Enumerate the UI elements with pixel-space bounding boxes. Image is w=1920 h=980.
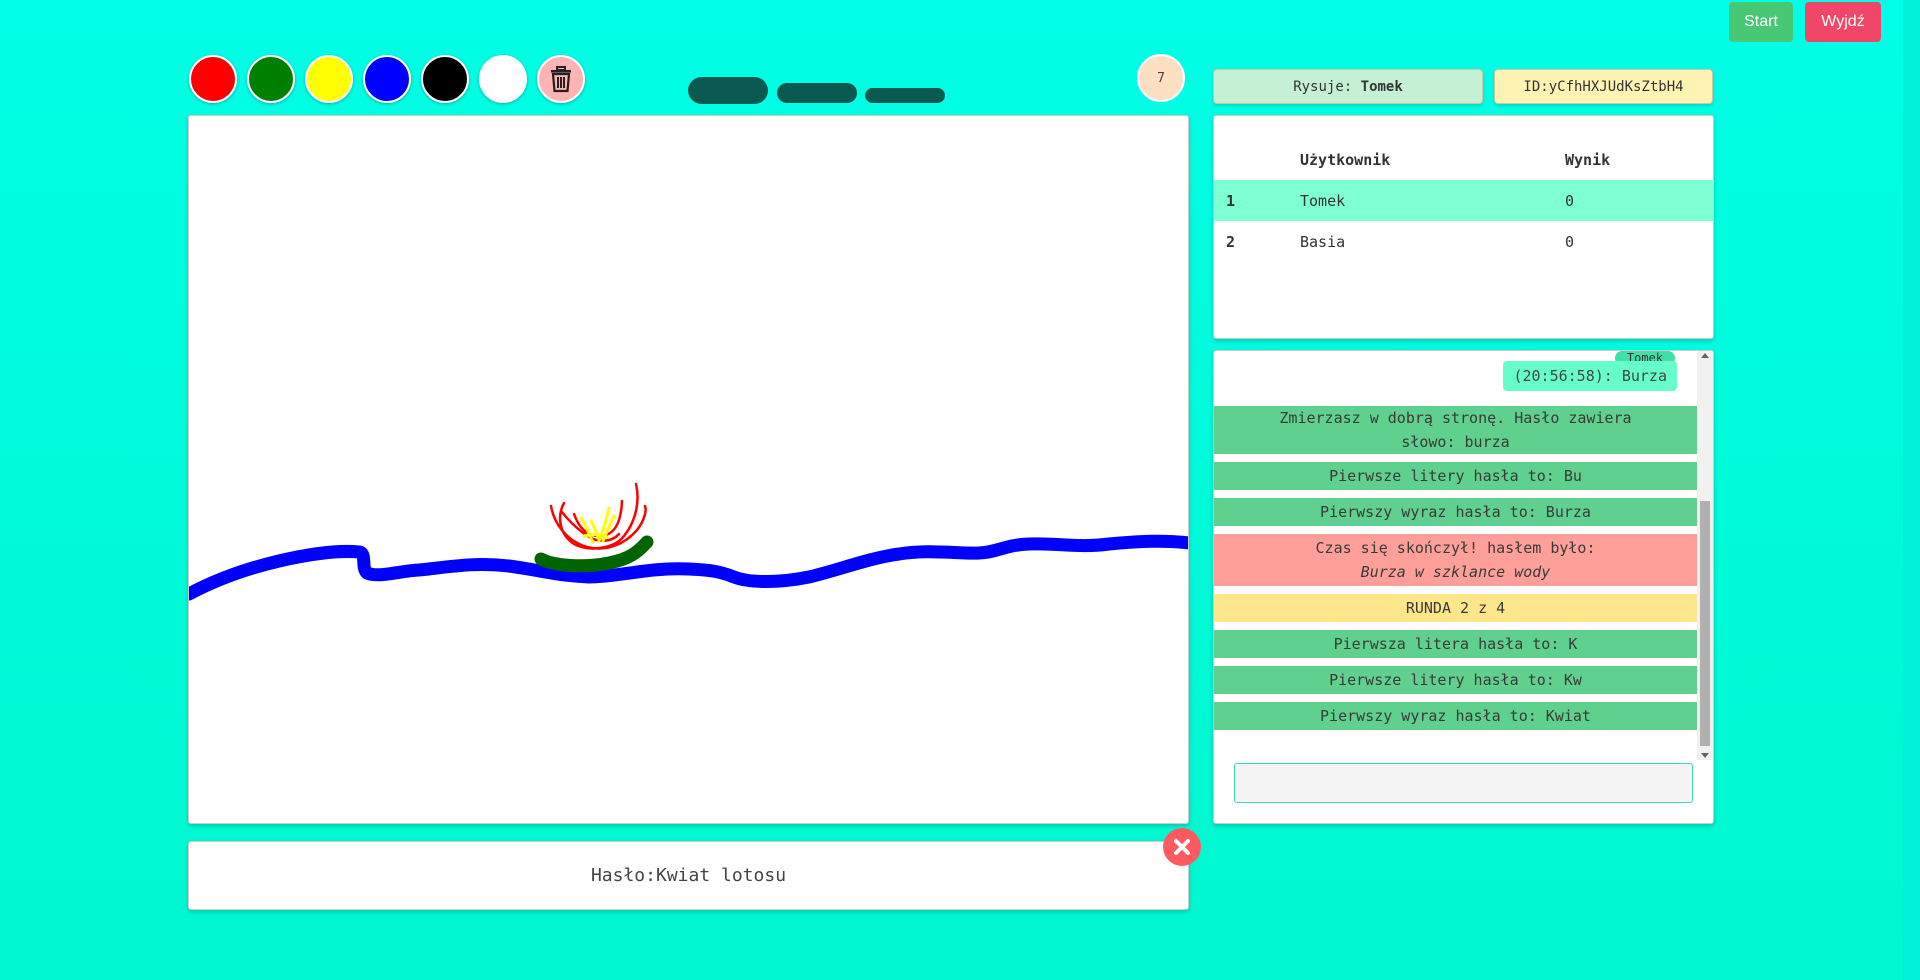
- chat-messages[interactable]: Tomek (20:56:58): Burza Zmierzasz w dobr…: [1214, 351, 1697, 755]
- chat-scrollbar[interactable]: [1697, 351, 1713, 760]
- trash-icon: [551, 66, 571, 93]
- password-label: Hasło:: [590, 865, 656, 886]
- green-stroke: [534, 535, 654, 573]
- brush-size-large[interactable]: [688, 77, 768, 104]
- system-message: Pierwsza litera hasła to: K: [1214, 630, 1697, 658]
- room-id-box: ID:yCfhHXJUdKsZtbH4: [1494, 69, 1713, 104]
- exit-button[interactable]: Wyjdź: [1805, 2, 1881, 42]
- user-message: Tomek (20:56:58): Burza: [1214, 351, 1697, 406]
- round-message: RUNDA 2 z 4: [1214, 594, 1697, 622]
- color-swatch-white[interactable]: [479, 55, 527, 103]
- blue-stroke: [189, 534, 1188, 601]
- scoreboard-row: 2 Basia 0: [1214, 221, 1713, 262]
- system-message: Pierwsze litery hasła to: Kw: [1214, 666, 1697, 694]
- color-swatch-blue[interactable]: [363, 55, 411, 103]
- page-scrollbar[interactable]: [1903, 0, 1920, 980]
- rank-cell: 1: [1226, 191, 1236, 210]
- clear-canvas-button[interactable]: [537, 55, 585, 103]
- room-id: ID:yCfhHXJUdKsZtbH4: [1523, 78, 1684, 95]
- page-scroll-thumb[interactable]: [1905, 0, 1917, 980]
- score-cell: 0: [1565, 232, 1575, 251]
- score-column-header: Wynik: [1565, 151, 1611, 169]
- round-timer: 7: [1137, 54, 1185, 102]
- message-text: (20:56:58): Burza: [1513, 367, 1667, 385]
- chat-panel: Tomek (20:56:58): Burza Zmierzasz w dobr…: [1213, 350, 1714, 824]
- yellow-stroke: [579, 506, 616, 544]
- drawing-canvas[interactable]: [188, 115, 1189, 824]
- start-button[interactable]: Start: [1729, 2, 1793, 42]
- current-drawer-name: Tomek: [1360, 78, 1403, 95]
- color-swatch-yellow[interactable]: [305, 55, 353, 103]
- current-drawer-label: Rysuje:: [1293, 78, 1361, 95]
- scoreboard-row: 1 Tomek 0: [1214, 180, 1713, 221]
- system-message: Pierwszy wyraz hasła to: Kwiat: [1214, 702, 1697, 730]
- scoreboard-header-row: Użytkownik Wynik: [1214, 140, 1713, 180]
- scroll-thumb[interactable]: [1700, 501, 1710, 746]
- timeout-answer: Burza w szklance wody: [1360, 563, 1551, 581]
- system-message: Zmierzasz w dobrą stronę. Hasło zawiera …: [1214, 406, 1697, 454]
- canvas-drawing: [189, 482, 1188, 601]
- scoreboard-panel: Użytkownik Wynik 1 Tomek 0 2 Basia 0: [1213, 115, 1714, 339]
- rank-column-header: [1214, 140, 1300, 180]
- color-swatch-black[interactable]: [421, 55, 469, 103]
- system-message: Pierwsze litery hasła to: Bu: [1214, 462, 1697, 490]
- password-box: Hasło: Kwiat lotosu: [188, 841, 1189, 910]
- brush-size-medium[interactable]: [777, 83, 857, 103]
- chat-input[interactable]: [1234, 763, 1693, 803]
- password-value: Kwiat lotosu: [655, 865, 787, 886]
- close-password-button[interactable]: [1163, 828, 1201, 866]
- user-cell: Tomek: [1300, 191, 1346, 210]
- color-swatch-green[interactable]: [247, 55, 295, 103]
- scroll-up-arrow[interactable]: [1701, 353, 1709, 358]
- system-message-timeout: Czas się skończył! hasłem było: Burza w …: [1214, 534, 1697, 586]
- current-drawer-box: Rysuje: Tomek: [1213, 69, 1483, 104]
- system-message: Pierwszy wyraz hasła to: Burza: [1214, 498, 1697, 526]
- user-column-header: Użytkownik: [1300, 151, 1391, 169]
- rank-cell: 2: [1226, 232, 1236, 251]
- user-cell: Basia: [1300, 232, 1346, 251]
- timer-value: 7: [1157, 70, 1165, 86]
- score-cell: 0: [1565, 191, 1575, 210]
- scoreboard-table: Użytkownik Wynik 1 Tomek 0 2 Basia 0: [1214, 140, 1713, 262]
- close-icon: [1174, 839, 1190, 855]
- message-bubble: (20:56:58): Burza: [1503, 361, 1677, 391]
- timeout-text: Czas się skończył! hasłem było:: [1315, 539, 1596, 557]
- scroll-down-arrow[interactable]: [1701, 753, 1709, 758]
- color-swatch-red[interactable]: [189, 55, 237, 103]
- brush-size-small[interactable]: [865, 88, 945, 103]
